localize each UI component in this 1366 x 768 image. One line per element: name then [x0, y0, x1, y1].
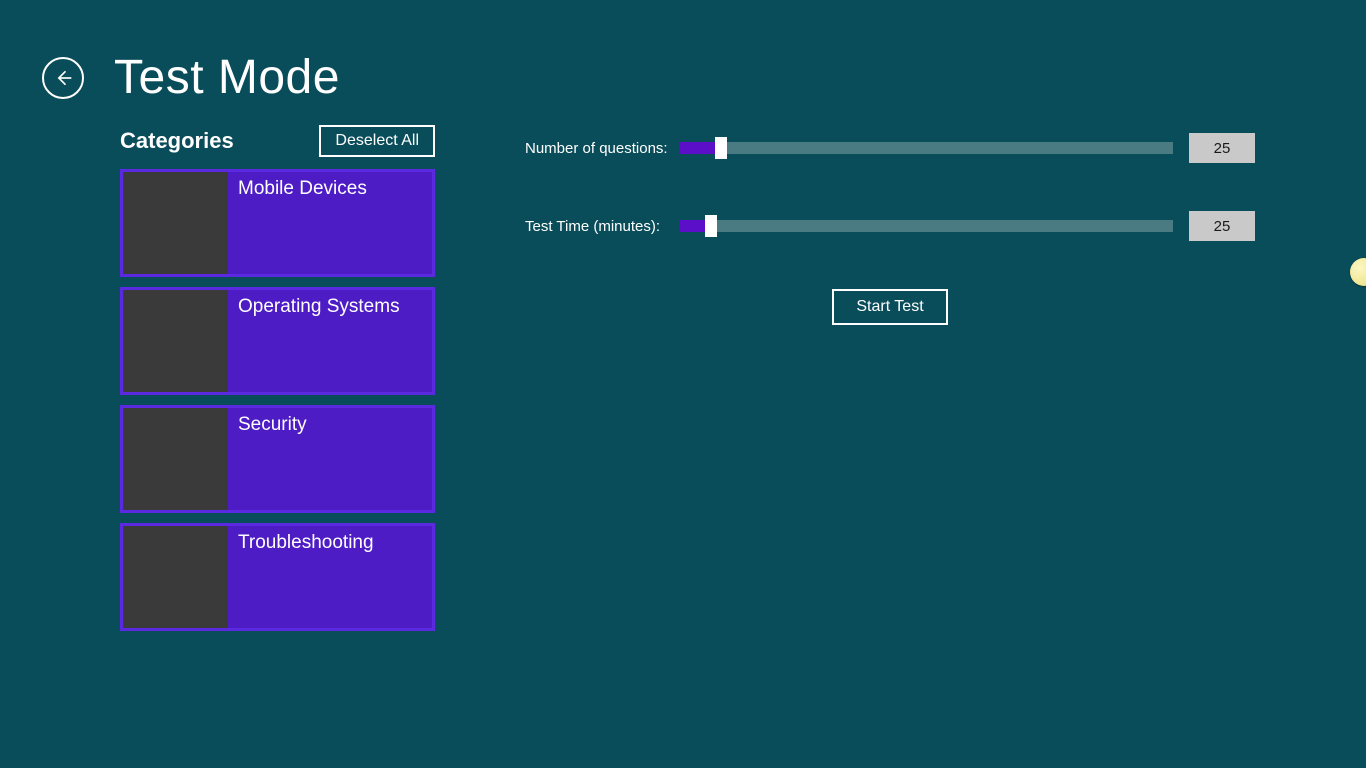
arrow-left-icon: [53, 68, 73, 88]
time-slider[interactable]: [680, 220, 1173, 232]
time-slider-fill: [680, 220, 705, 232]
categories-panel: Categories Deselect All Mobile Devices O…: [120, 125, 435, 631]
header-bar: Test Mode: [0, 0, 1366, 105]
time-value: 25: [1189, 211, 1255, 241]
category-label: Troubleshooting: [228, 526, 384, 628]
time-slider-thumb[interactable]: [705, 215, 717, 237]
category-label: Security: [228, 408, 317, 510]
questions-row: Number of questions: 25: [525, 133, 1255, 163]
page-title: Test Mode: [114, 50, 340, 105]
questions-slider[interactable]: [680, 142, 1173, 154]
category-tile-security[interactable]: Security: [120, 405, 435, 513]
settings-panel: Number of questions: 25 Test Time (minut…: [525, 125, 1255, 631]
start-row: Start Test: [525, 289, 1255, 325]
category-list: Mobile Devices Operating Systems Securit…: [120, 169, 435, 631]
categories-heading: Categories: [120, 128, 234, 154]
category-thumbnail: [123, 172, 228, 274]
questions-value: 25: [1189, 133, 1255, 163]
category-label: Mobile Devices: [228, 172, 377, 274]
content-area: Categories Deselect All Mobile Devices O…: [0, 105, 1366, 631]
questions-label: Number of questions:: [525, 140, 670, 157]
category-tile-mobile-devices[interactable]: Mobile Devices: [120, 169, 435, 277]
back-button[interactable]: [42, 57, 84, 99]
questions-slider-fill: [680, 142, 715, 154]
category-label: Operating Systems: [228, 290, 410, 392]
category-thumbnail: [123, 526, 228, 628]
start-test-button[interactable]: Start Test: [832, 289, 947, 325]
questions-slider-thumb[interactable]: [715, 137, 727, 159]
category-thumbnail: [123, 408, 228, 510]
category-thumbnail: [123, 290, 228, 392]
time-label: Test Time (minutes):: [525, 218, 670, 235]
time-row: Test Time (minutes): 25: [525, 211, 1255, 241]
deselect-all-button[interactable]: Deselect All: [319, 125, 435, 157]
categories-header: Categories Deselect All: [120, 125, 435, 157]
category-tile-operating-systems[interactable]: Operating Systems: [120, 287, 435, 395]
category-tile-troubleshooting[interactable]: Troubleshooting: [120, 523, 435, 631]
